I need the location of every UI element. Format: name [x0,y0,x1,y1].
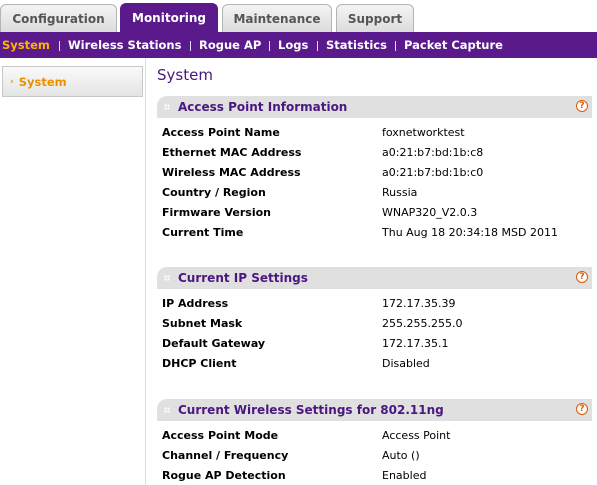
sidebar-item-system[interactable]: › System [2,66,143,97]
row-value: a0:21:b7:bd:1b:c8 [382,145,484,159]
section-title: Current Wireless Settings for 802.11ng [178,403,444,417]
page-title: System [157,66,213,84]
row-value: Auto () [382,448,420,462]
table-row: Wireless MAC Address a0:21:b7:bd:1b:c0 [162,162,592,182]
table-row: Rogue AP Detection Enabled [162,465,592,485]
row-value: Enabled [382,468,427,482]
row-label: Country / Region [162,185,266,199]
table-row: Subnet Mask 255.255.255.0 [162,313,592,333]
subnav-divider [395,41,396,51]
row-value: 172.17.35.1 [382,336,449,350]
row-value: 255.255.255.0 [382,316,463,330]
help-icon[interactable]: ? [576,100,588,112]
sub-navigation: System Wireless Stations Rogue AP Logs S… [0,32,597,58]
row-label: Firmware Version [162,205,271,219]
section-header-access-point-information: Access Point Information ? [157,96,592,118]
section-header-current-wireless-settings: Current Wireless Settings for 802.11ng ? [157,399,592,421]
subnav-divider [317,41,318,51]
row-label: Access Point Mode [162,428,279,442]
row-label: Wireless MAC Address [162,165,301,179]
subnav-logs[interactable]: Logs [278,32,308,58]
subnav-rogue-ap[interactable]: Rogue AP [199,32,261,58]
row-label: IP Address [162,296,229,310]
chevron-right-icon: › [10,76,14,87]
table-row: IP Address 172.17.35.39 [162,293,592,313]
subnav-wireless-stations[interactable]: Wireless Stations [68,32,181,58]
grip-icon [164,275,170,281]
row-label: Subnet Mask [162,316,243,330]
row-value: 172.17.35.39 [382,296,456,310]
subnav-system[interactable]: System [2,32,50,58]
table-row: Ethernet MAC Address a0:21:b7:bd:1b:c8 [162,142,592,162]
row-value: Disabled [382,356,430,370]
section-title: Current IP Settings [178,271,308,285]
row-label: Default Gateway [162,336,266,350]
table-row: Channel / Frequency Auto () [162,445,592,465]
table-row: Default Gateway 172.17.35.1 [162,333,592,353]
row-value: Access Point [382,428,451,442]
tab-support[interactable]: Support [336,4,414,32]
grip-icon [164,104,170,110]
subnav-divider [59,41,60,51]
table-row: Country / Region Russia [162,182,592,202]
table-row: Access Point Name foxnetworktest [162,122,592,142]
table-row: Current Time Thu Aug 18 20:34:18 MSD 2011 [162,222,592,242]
tab-maintenance[interactable]: Maintenance [222,4,332,32]
tab-configuration[interactable]: Configuration [0,4,117,32]
left-sidebar: › System [0,58,146,485]
table-row: Access Point Mode Access Point [162,425,592,445]
sidebar-item-label: System [18,74,67,89]
row-label: DHCP Client [162,356,237,370]
row-value: a0:21:b7:bd:1b:c0 [382,165,484,179]
table-row: Firmware Version WNAP320_V2.0.3 [162,202,592,222]
row-value: WNAP320_V2.0.3 [382,205,478,219]
row-label: Current Time [162,225,244,239]
row-value: Russia [382,185,418,199]
subnav-packet-capture[interactable]: Packet Capture [404,32,503,58]
section-title: Access Point Information [178,100,348,114]
grip-icon [164,407,170,413]
table-row: DHCP Client Disabled [162,353,592,373]
row-label: Ethernet MAC Address [162,145,302,159]
tab-monitoring[interactable]: Monitoring [120,3,218,32]
main-tab-bar: Configuration Monitoring Maintenance Sup… [0,0,597,32]
row-label: Channel / Frequency [162,448,289,462]
subnav-divider [269,41,270,51]
row-value: foxnetworktest [382,125,465,139]
row-label: Access Point Name [162,125,280,139]
help-icon[interactable]: ? [576,271,588,283]
section-header-current-ip-settings: Current IP Settings ? [157,267,592,289]
row-label: Rogue AP Detection [162,468,286,482]
subnav-divider [190,41,191,51]
row-value: Thu Aug 18 20:34:18 MSD 2011 [382,225,558,239]
subnav-statistics[interactable]: Statistics [326,32,387,58]
help-icon[interactable]: ? [576,403,588,415]
